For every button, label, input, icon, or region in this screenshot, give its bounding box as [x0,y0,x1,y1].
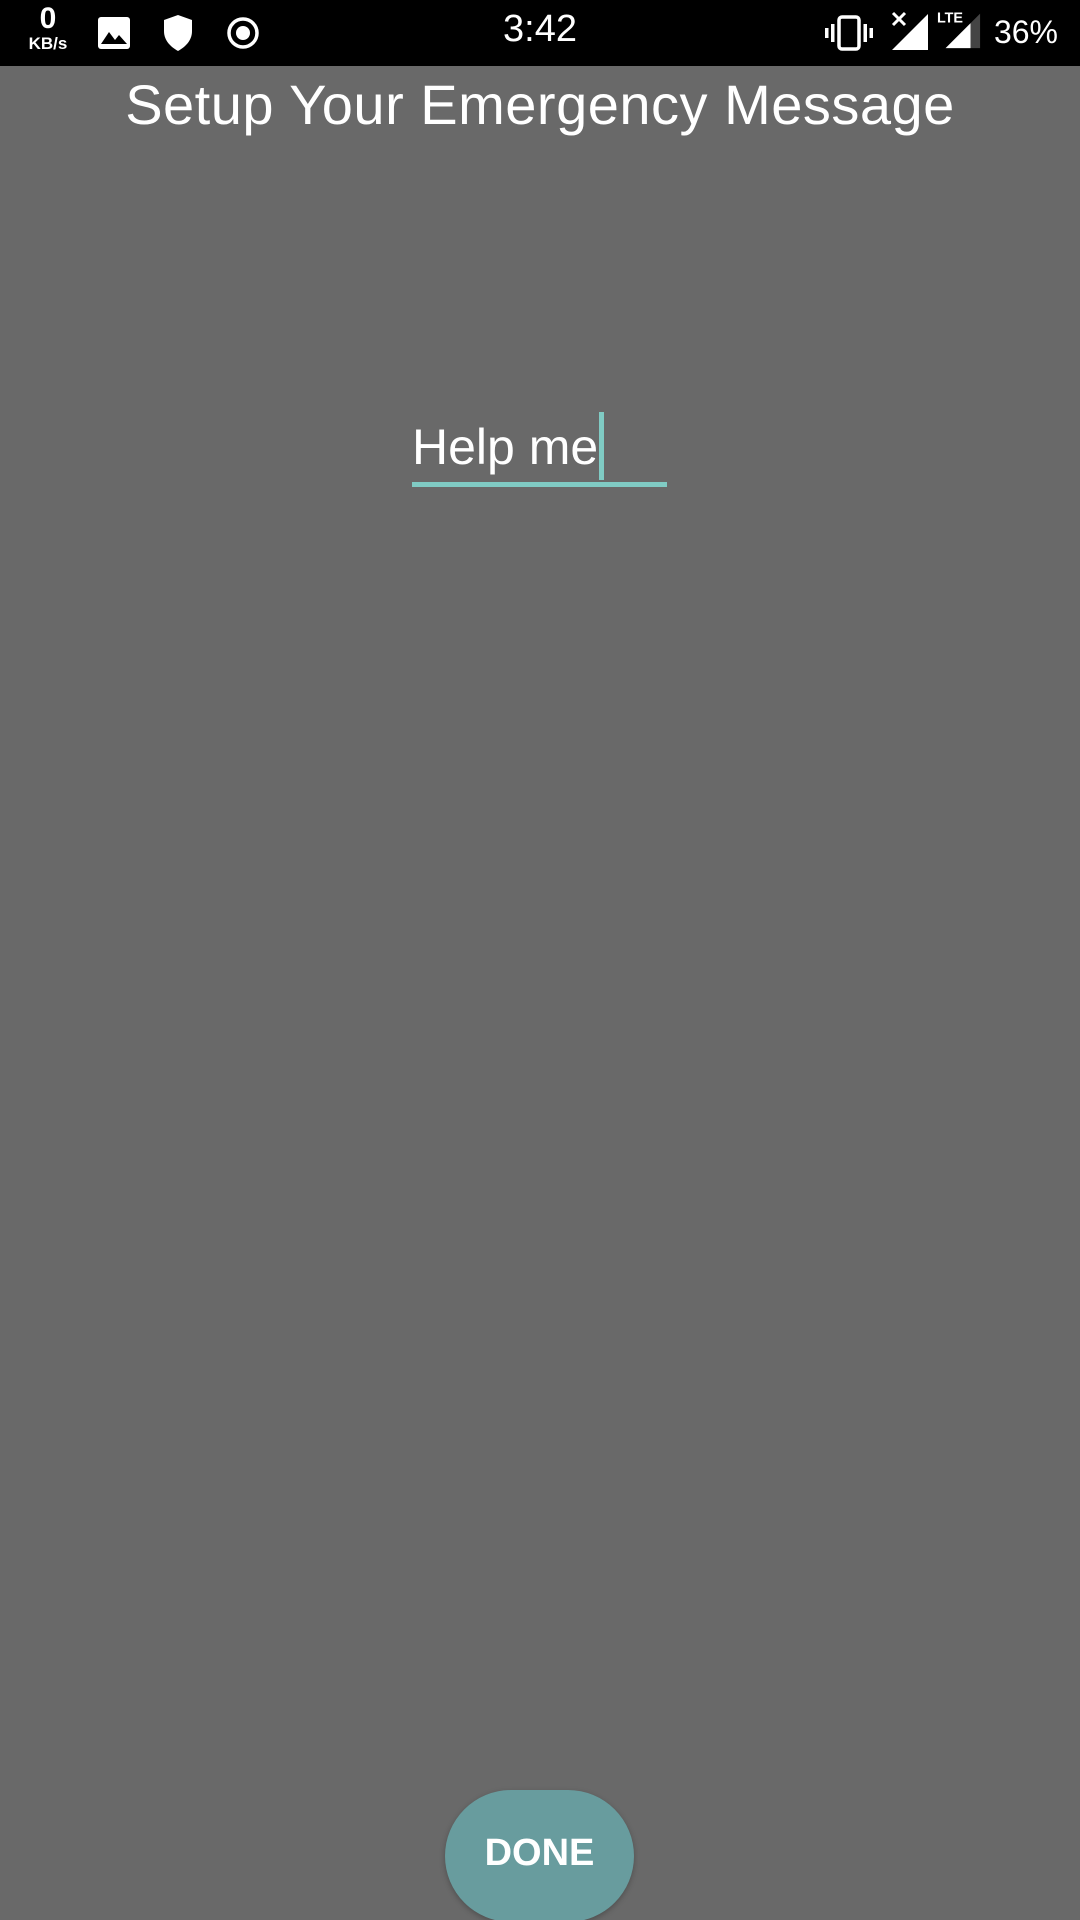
screen: 0 KB/s 3:42 LTE 36% Setup Your Emergency… [0,0,1080,1920]
vibrate-icon [824,14,874,52]
battery-percentage: 36% [993,14,1058,50]
status-bar: 0 KB/s 3:42 LTE 36% [0,0,1080,66]
signal-lte-icon: LTE [936,10,982,49]
network-type-label: LTE [937,10,963,26]
done-button[interactable]: DONE [445,1790,634,1920]
signal-no-service-icon [890,11,930,50]
emergency-message-text[interactable]: Help me [412,418,598,476]
emergency-message-field[interactable]: Help me [412,404,667,488]
text-cursor [599,412,604,480]
input-underline [412,482,667,487]
page-title: Setup Your Emergency Message [125,73,955,136]
